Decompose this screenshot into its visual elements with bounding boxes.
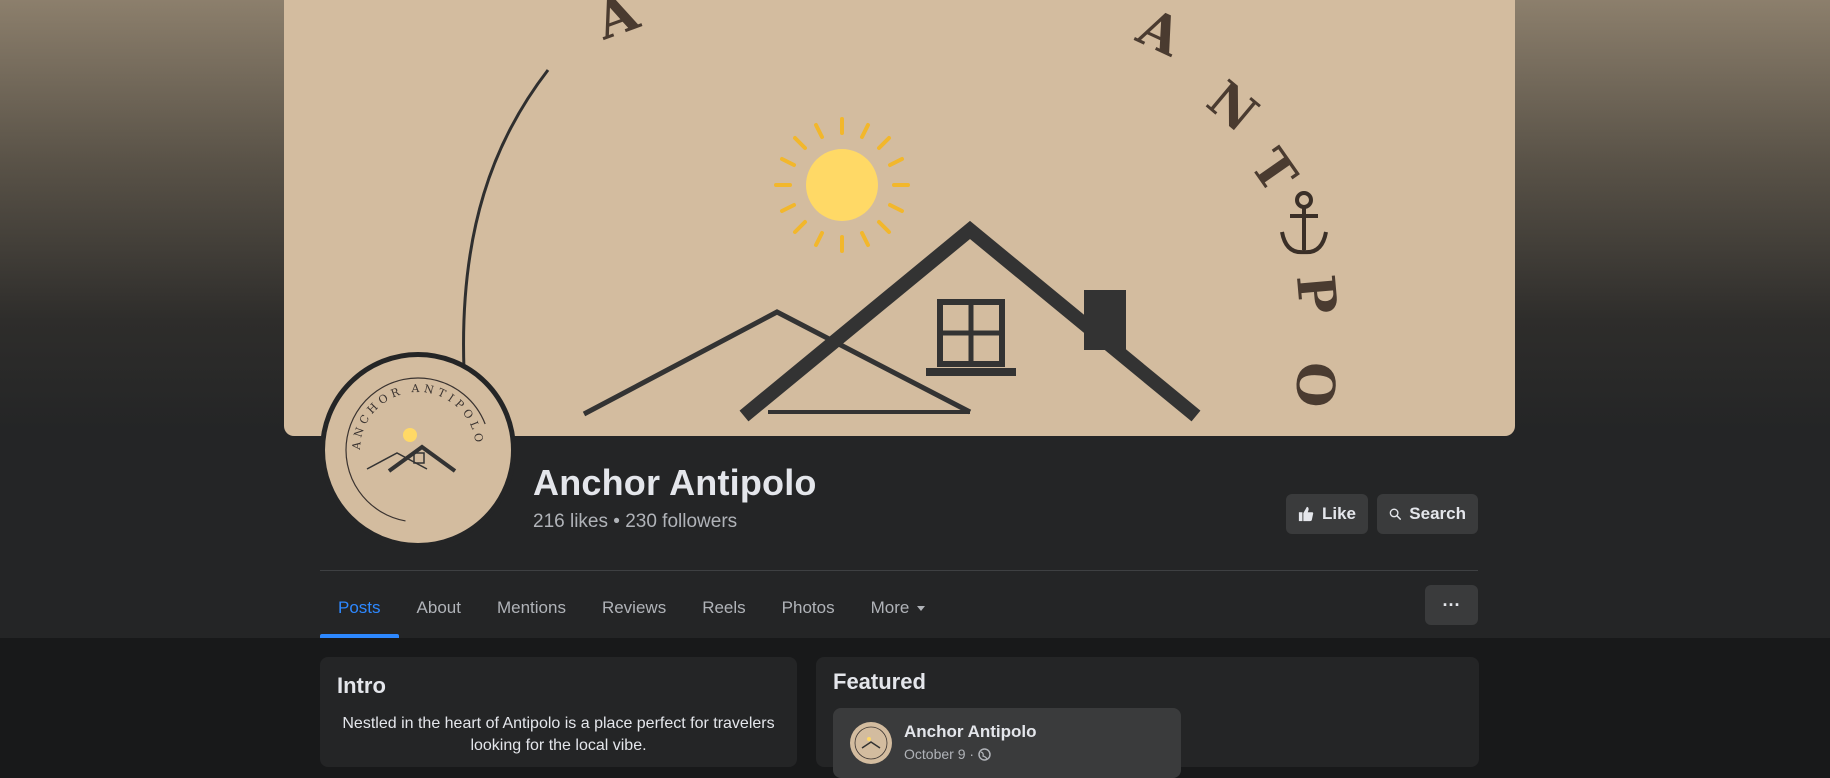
- featured-post-date[interactable]: October 9 ·: [904, 746, 974, 762]
- cover-letter: A: [587, 0, 647, 53]
- tab-reviews[interactable]: Reviews: [584, 578, 684, 638]
- search-button[interactable]: Search: [1377, 494, 1478, 534]
- cover-letter: A: [1128, 0, 1192, 69]
- tab-reels[interactable]: Reels: [684, 578, 763, 638]
- logo-icon: ANCHOR ANTIPOLO: [345, 377, 491, 523]
- house-icon: [582, 220, 1201, 422]
- intro-card: Intro Nestled in the heart of Antipolo i…: [320, 657, 797, 767]
- tab-more[interactable]: More: [853, 578, 946, 638]
- page-tabs: Posts About Mentions Reviews Reels Photo…: [320, 578, 945, 638]
- search-icon: [1389, 508, 1402, 520]
- featured-post[interactable]: Anchor Antipolo October 9 ·: [833, 708, 1181, 778]
- sun-icon: [774, 117, 910, 253]
- tab-photos[interactable]: Photos: [764, 578, 853, 638]
- featured-title: Featured: [833, 669, 926, 694]
- like-label: Like: [1321, 504, 1356, 523]
- svg-text:ANCHOR ANTIPOLO: ANCHOR ANTIPOLO: [350, 382, 486, 451]
- caret-down-icon: [917, 606, 926, 611]
- tab-posts[interactable]: Posts: [320, 578, 399, 638]
- page-title: Anchor Antipolo: [533, 462, 817, 503]
- cover-letter: O: [1283, 361, 1346, 408]
- thumbs-up-icon: [1298, 506, 1314, 522]
- like-button[interactable]: Like: [1286, 494, 1368, 534]
- featured-post-author[interactable]: Anchor Antipolo: [904, 722, 1037, 742]
- logo-icon: [854, 726, 888, 760]
- tab-mentions[interactable]: Mentions: [479, 578, 584, 638]
- intro-bio: Nestled in the heart of Antipolo is a pl…: [342, 715, 775, 754]
- cover-letter: N: [1196, 69, 1269, 144]
- featured-card: Featured Anchor Antipolo October 9 ·: [816, 657, 1479, 778]
- featured-post-meta: October 9 ·: [904, 746, 991, 762]
- globe-icon: [978, 747, 991, 761]
- page-avatar[interactable]: ANCHOR ANTIPOLO: [320, 352, 516, 548]
- page-stats[interactable]: 216 likes • 230 followers: [533, 511, 737, 533]
- header-divider: [320, 570, 1478, 571]
- cover-letter: T: [1239, 138, 1309, 202]
- anchor-icon: [1280, 191, 1328, 255]
- featured-post-avatar[interactable]: [850, 722, 892, 764]
- intro-title: Intro: [337, 673, 386, 698]
- cover-letter: P: [1284, 272, 1348, 316]
- search-label: Search: [1409, 504, 1466, 523]
- more-options-button[interactable]: ···: [1425, 585, 1478, 625]
- ellipsis-icon: ···: [1442, 594, 1461, 615]
- tab-about[interactable]: About: [399, 578, 479, 638]
